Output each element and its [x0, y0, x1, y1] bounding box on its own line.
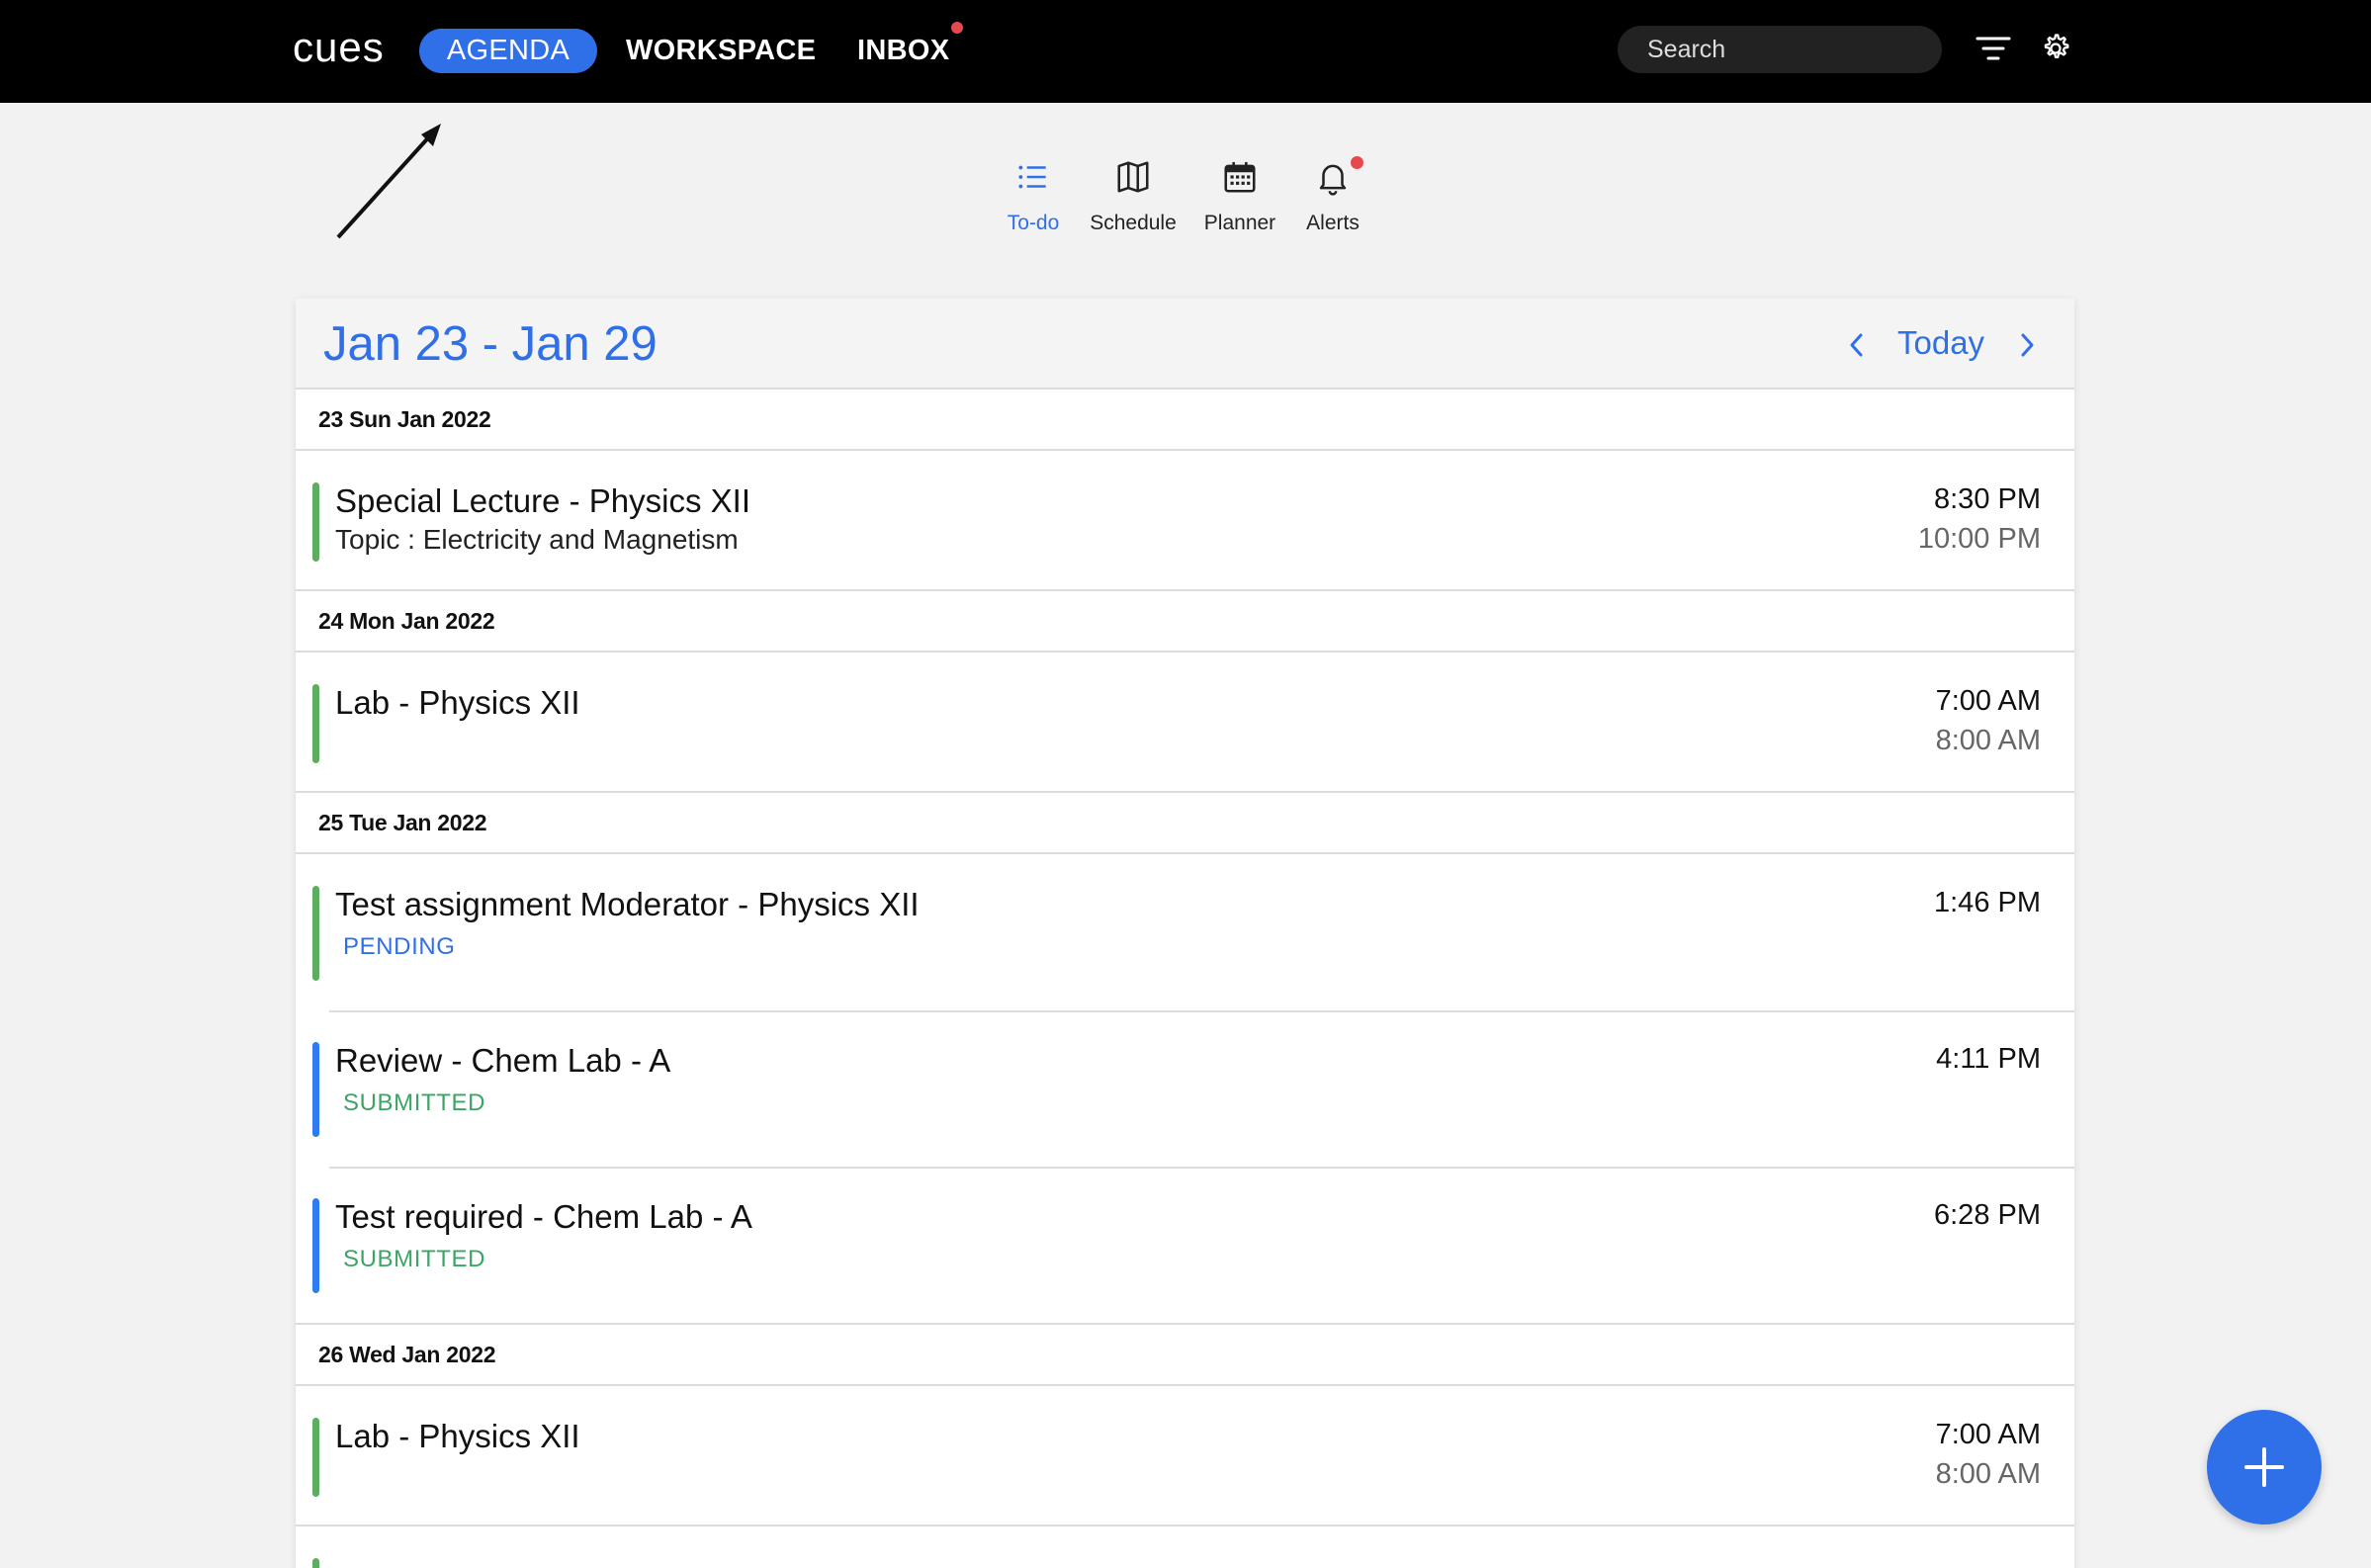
event-color-bar	[312, 1042, 319, 1137]
event-title: Review - Chem Lab - A	[335, 1042, 671, 1079]
event-title: Test assignment Moderator - Physics XII	[335, 886, 920, 922]
event-start-time: 4:11 PM	[1936, 1043, 2041, 1075]
event-title: Special Lecture - Physics XII	[335, 482, 751, 519]
event-color-bar	[312, 886, 319, 981]
event-start-time: 7:00 AM	[1935, 1419, 2041, 1450]
event-item[interactable]: Lab - Physics XII 7:00 AM 8:00 AM	[296, 1386, 2074, 1524]
day-header: 25 Tue Jan 2022	[296, 793, 2074, 854]
status-badge-submitted: SUBMITTED	[343, 1089, 486, 1116]
event-title: Lab - Physics XII	[335, 1418, 580, 1454]
event-color-bar	[312, 482, 319, 562]
view-tab-label: Alerts	[1306, 212, 1360, 234]
app-logo[interactable]: cues	[293, 24, 385, 71]
event-item[interactable]: Test assignment Moderator - Physics XII …	[296, 854, 2074, 1010]
today-button[interactable]: Today	[1897, 324, 1984, 362]
event-start-time: 8:30 PM	[1934, 483, 2041, 515]
day-header: 24 Mon Jan 2022	[296, 591, 2074, 653]
event-subtitle: Topic : Electricity and Magnetism	[335, 524, 739, 555]
date-range-title: Jan 23 - Jan 29	[323, 317, 658, 371]
event-end-time: 8:00 AM	[1935, 1458, 2041, 1490]
chevron-left-icon[interactable]	[1844, 330, 1870, 360]
chevron-right-icon[interactable]	[2014, 330, 2040, 360]
event-item[interactable]: Test required - Chem Lab - A SUBMITTED 6…	[296, 1167, 2074, 1323]
list-icon	[1018, 165, 1046, 189]
event-title: Lab - Physics XII	[335, 684, 580, 721]
filter-icon[interactable]	[1976, 34, 2011, 63]
event-color-bar	[312, 1198, 319, 1293]
bell-icon	[1319, 164, 1347, 196]
status-badge-pending: PENDING	[343, 933, 456, 960]
event-color-bar	[312, 1558, 319, 1568]
add-event-button[interactable]	[2207, 1410, 2322, 1524]
event-item[interactable]: Special Lecture - Physics XII Topic : El…	[296, 451, 2074, 589]
view-tab-alerts[interactable]: Alerts	[1273, 158, 1392, 235]
nav-tab-workspace[interactable]: WORKSPACE	[626, 29, 816, 73]
day-header: 26 Wed Jan 2022	[296, 1325, 2074, 1386]
calendar-icon	[1224, 161, 1256, 193]
agenda-panel: Jan 23 - Jan 29 Today 23 Sun Jan 2022 Sp…	[296, 299, 2074, 1568]
view-tab-label: Schedule	[1090, 212, 1177, 234]
inbox-notification-dot	[951, 22, 963, 34]
event-start-time: 1:46 PM	[1934, 887, 2041, 918]
event-start-time: 7:00 AM	[1935, 685, 2041, 717]
search-input[interactable]: Search	[1618, 26, 1942, 73]
top-navigation-bar: cues AGENDA WORKSPACE INBOX Search	[0, 0, 2371, 103]
plus-icon	[2244, 1447, 2284, 1487]
event-start-time: 6:28 PM	[1934, 1199, 2041, 1231]
event-end-time: 8:00 AM	[1935, 725, 2041, 756]
status-badge-submitted: SUBMITTED	[343, 1246, 486, 1272]
day-header: 23 Sun Jan 2022	[296, 390, 2074, 451]
agenda-header: Jan 23 - Jan 29 Today	[296, 299, 2074, 390]
event-title: Test required - Chem Lab - A	[335, 1198, 752, 1235]
gear-icon[interactable]	[2039, 32, 2072, 65]
view-tab-schedule[interactable]: Schedule	[1074, 158, 1192, 235]
event-color-bar	[312, 1418, 319, 1497]
event-item[interactable]: Review - Chem Lab - A SUBMITTED 4:11 PM	[296, 1010, 2074, 1167]
event-item[interactable]: Lab - Physics XII 7:00 AM 8:00 AM	[296, 653, 2074, 791]
event-item-partial[interactable]	[296, 1526, 2074, 1568]
event-color-bar	[312, 684, 319, 763]
event-end-time: 10:00 PM	[1917, 523, 2041, 555]
annotation-arrow	[336, 124, 441, 239]
alerts-notification-dot	[1351, 156, 1363, 169]
nav-tab-inbox[interactable]: INBOX	[857, 29, 949, 73]
map-icon	[1117, 161, 1149, 193]
nav-tab-agenda[interactable]: AGENDA	[419, 29, 597, 73]
